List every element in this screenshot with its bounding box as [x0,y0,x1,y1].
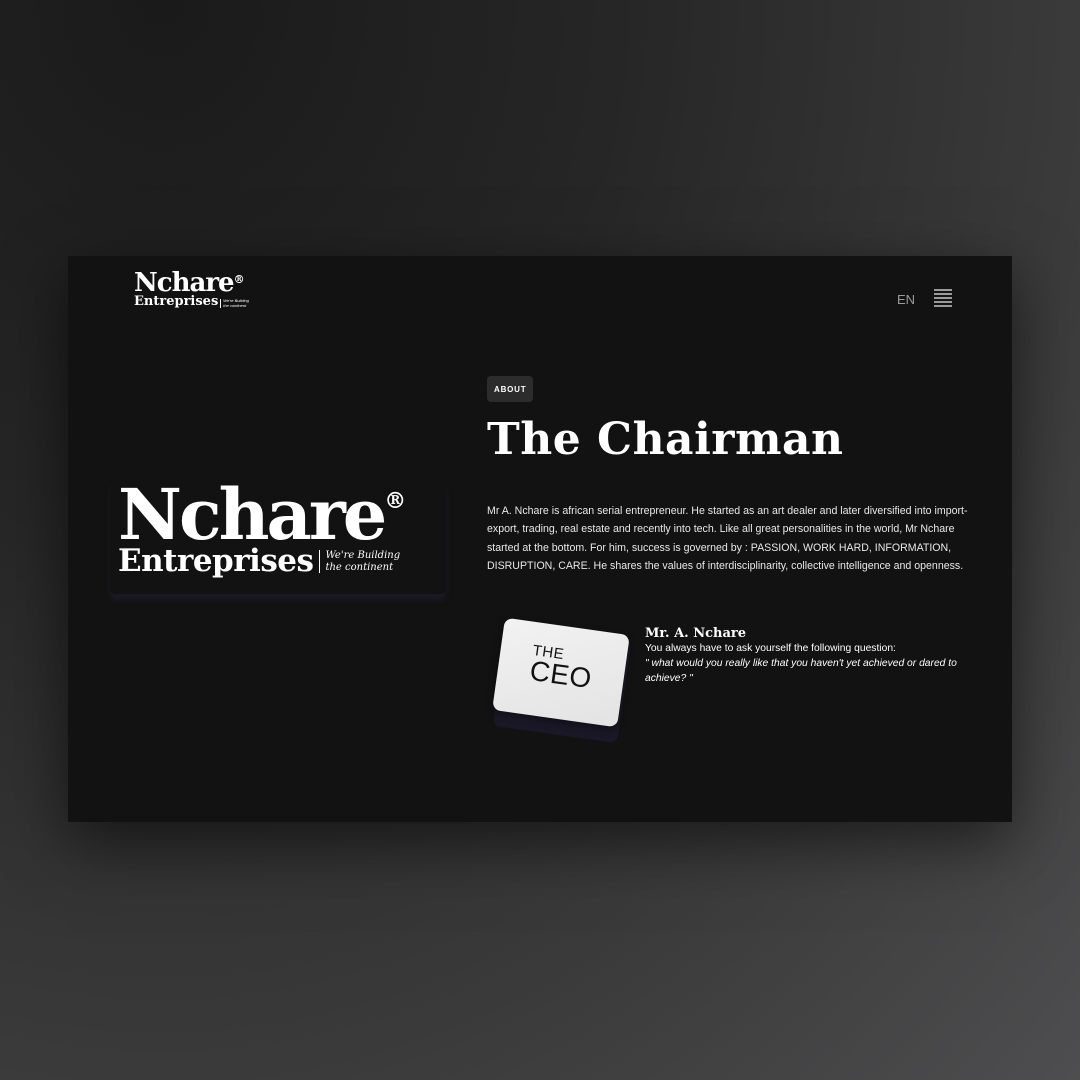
page-title: The Chairman [487,414,844,465]
quote-intro: You always have to ask yourself the foll… [645,643,896,654]
hero-logo-subname: Entreprises [118,543,314,579]
hamburger-menu-icon[interactable] [934,289,952,307]
about-badge: ABOUT [487,376,534,402]
website-screenshot: Nchare® Entreprises We're Building the co… [68,256,1012,822]
ceo-card-ceo: CEO [527,655,594,695]
chairman-bio: Mr A. Nchare is african serial entrepren… [487,505,968,573]
quote-text: " what would you really like that you ha… [645,658,957,684]
header-logo[interactable]: Nchare® Entreprises We're Building the co… [134,270,253,308]
chairman-quote: Mr. A. Nchare You always have to ask you… [645,626,985,686]
header-logo-tagline: We're Building the continent [220,299,253,308]
hero-logo-tagline: We're Building the continent [319,550,400,573]
hero-logo-registered: ® [384,488,407,514]
ceo-card-image: THE CEO [492,617,630,728]
language-selector[interactable]: EN [897,292,915,307]
header-logo-registered: ® [233,273,245,286]
quote-author: Mr. A. Nchare [645,626,747,641]
hero-logo: Nchare® Entreprises We're Building the co… [110,480,446,594]
header-logo-subname: Entreprises [134,294,219,309]
